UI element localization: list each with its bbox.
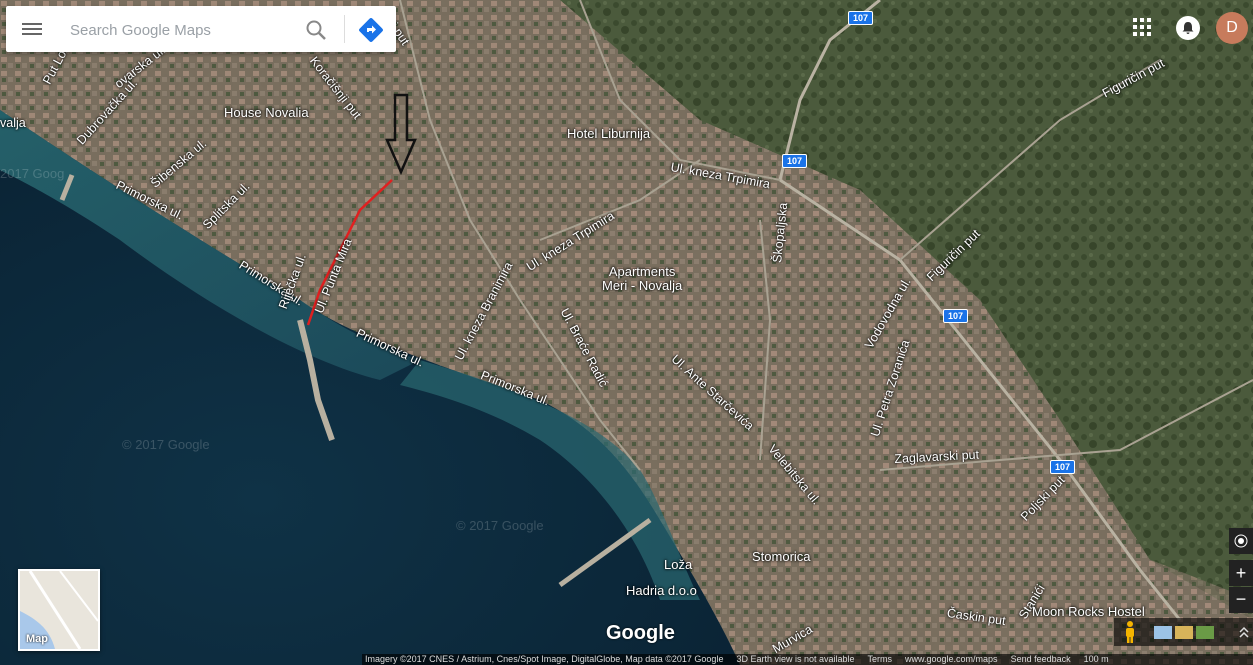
poi-label[interactable]: Stomorica (752, 549, 811, 564)
layer-thumbnail[interactable] (1196, 626, 1214, 639)
notifications-bell-icon[interactable] (1176, 16, 1200, 40)
terms-link[interactable]: Terms (868, 654, 893, 664)
layers-bar (1114, 618, 1253, 646)
expand-up-icon[interactable] (1238, 625, 1250, 639)
account-avatar[interactable]: D (1216, 12, 1248, 44)
hamburger-menu-icon[interactable] (22, 20, 42, 38)
zoom-out-button[interactable]: − (1229, 587, 1253, 613)
divider (344, 15, 345, 43)
layer-thumbnail[interactable] (1154, 626, 1172, 639)
send-feedback-link[interactable]: Send feedback (1011, 654, 1071, 664)
pegman-icon[interactable] (1120, 620, 1140, 644)
map-label: valja (0, 116, 26, 130)
route-shield: 107 (943, 309, 969, 323)
location-icon (1234, 534, 1248, 548)
watermark: © 2017 Google (456, 518, 544, 533)
poi-label[interactable]: Moon Rocks Hostel (1032, 604, 1145, 619)
maps-url-link[interactable]: www.google.com/maps (905, 654, 998, 664)
directions-icon[interactable] (358, 17, 384, 43)
my-location-button[interactable] (1229, 528, 1253, 554)
apps-grid-icon[interactable] (1133, 18, 1153, 38)
map-view-toggle[interactable]: Map (18, 569, 100, 651)
poi-label[interactable]: Hotel Liburnija (567, 126, 650, 141)
route-shield: 107 (848, 11, 874, 25)
imagery-credits: Imagery ©2017 CNES / Astrium, Cnes/Spot … (365, 654, 724, 664)
watermark: 2017 Goog (0, 166, 65, 181)
search-input[interactable] (68, 18, 292, 42)
poi-label[interactable]: Apartments Meri - Novalja (602, 265, 682, 293)
zoom-in-button[interactable]: + (1229, 560, 1253, 586)
footer-bar: Imagery ©2017 CNES / Astrium, Cnes/Spot … (362, 654, 1253, 665)
search-icon[interactable] (304, 18, 328, 42)
layer-thumbnail[interactable] (1175, 626, 1193, 639)
watermark: © 2017 Google (122, 437, 210, 452)
earth-view-notice: 3D Earth view is not available (736, 654, 855, 664)
poi-label[interactable]: Hadria d.o.o (626, 583, 697, 598)
satellite-map[interactable] (0, 0, 1253, 665)
poi-label[interactable]: Loža (664, 557, 692, 572)
route-shield: 107 (782, 154, 808, 168)
search-box (6, 6, 396, 52)
scale-label[interactable]: 100 m (1084, 654, 1109, 664)
poi-label[interactable]: House Novalia (224, 105, 309, 120)
minimap-label: Map (26, 633, 48, 645)
google-logo: Google (606, 622, 675, 644)
route-shield: 107 (1050, 460, 1076, 474)
